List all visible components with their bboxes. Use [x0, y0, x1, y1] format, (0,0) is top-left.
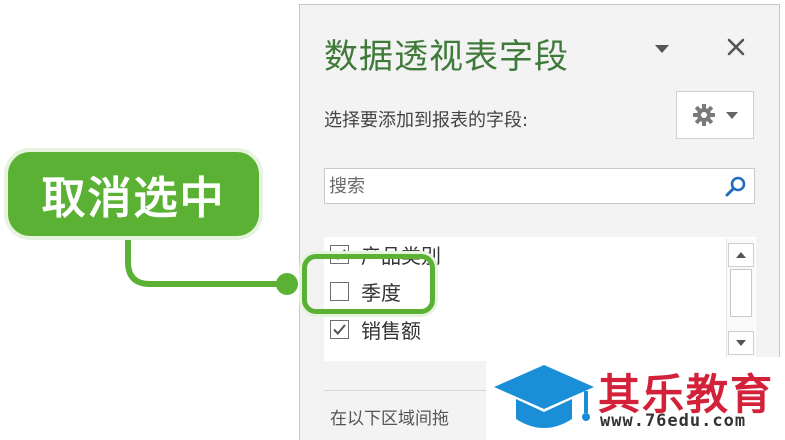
close-pane-button[interactable] [724, 35, 748, 59]
watermark: 其乐教育 www.76edu.com [486, 357, 785, 440]
callout-bubble: 取消选中 [8, 152, 259, 236]
scroll-up-icon [736, 252, 746, 258]
field-list-scrollbar[interactable] [726, 239, 755, 359]
field-search-box[interactable] [324, 168, 755, 204]
scroll-down-button[interactable] [728, 331, 754, 355]
graduation-cap-logo [494, 365, 594, 428]
pane-title: 数据透视表字段 [324, 37, 569, 77]
search-icon[interactable] [724, 174, 748, 198]
checkmark-icon [333, 323, 346, 335]
pane-options-dropdown[interactable] [650, 39, 674, 59]
dropdown-icon [726, 111, 738, 119]
dropdown-icon [655, 45, 669, 53]
field-item-sales-amount[interactable]: 销售额 [330, 315, 421, 343]
watermark-url: www.76edu.com [600, 411, 747, 431]
scroll-up-button[interactable] [728, 243, 754, 267]
field-label: 销售额 [361, 318, 421, 343]
drag-areas-hint: 在以下区域间拖 [330, 409, 449, 429]
field-checkbox[interactable] [330, 319, 349, 339]
scroll-thumb[interactable] [730, 269, 752, 317]
gear-icon [693, 104, 715, 126]
highlight-ring [302, 254, 435, 314]
tools-button[interactable] [676, 91, 754, 139]
search-input[interactable] [325, 169, 720, 203]
callout-label: 取消选中 [41, 173, 226, 224]
choose-fields-label: 选择要添加到报表的字段: [324, 110, 529, 131]
close-icon [727, 38, 745, 56]
scroll-down-icon [736, 340, 746, 346]
